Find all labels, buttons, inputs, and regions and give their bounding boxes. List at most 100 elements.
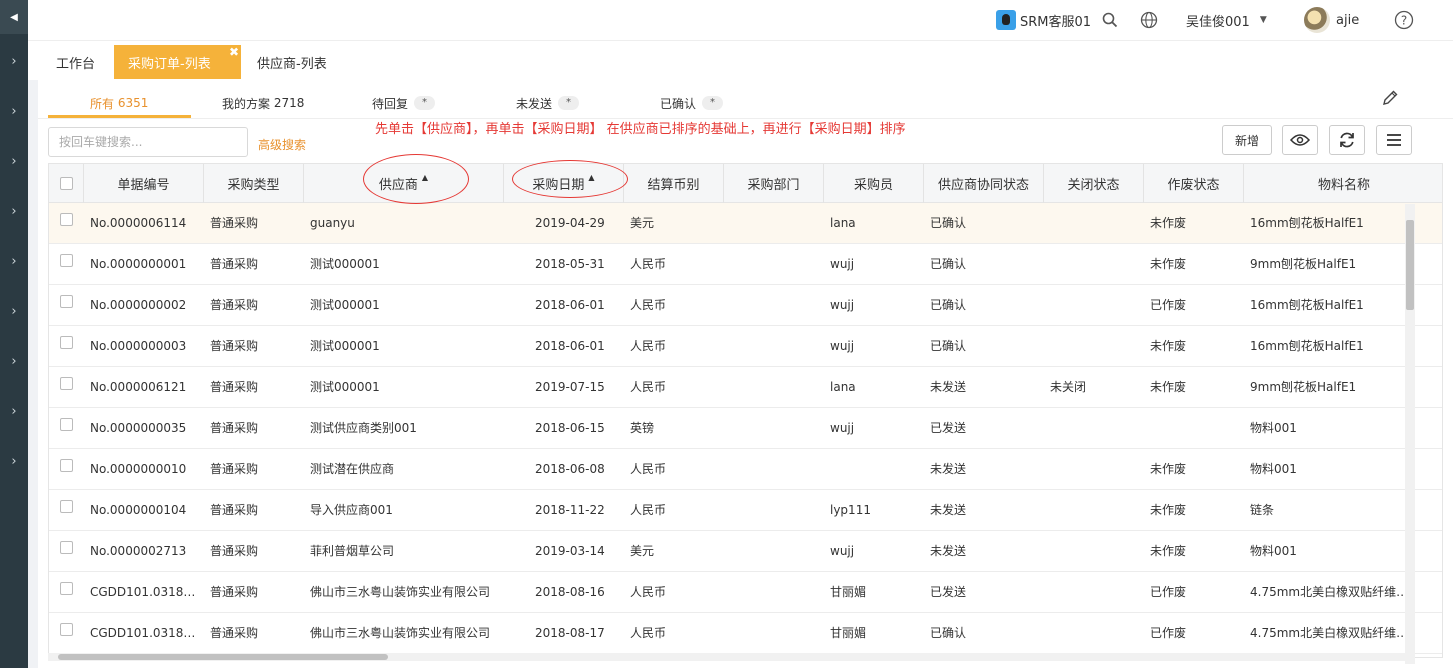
cell-department [730,449,820,490]
cell-void-status: 未作废 [1150,380,1187,394]
select-all-checkbox[interactable] [59,177,73,190]
refresh-button[interactable] [1329,125,1365,155]
user-menu[interactable]: 吴佳俊001 ▼ [1186,0,1267,40]
cell-currency: 人民币 [630,503,667,517]
row-checkbox[interactable] [60,254,73,267]
sidebar-expand-icon[interactable]: › [0,54,28,69]
cell-material-name: 9mm刨花板HalfE1 [1250,380,1357,394]
cell-close-status [1050,408,1140,449]
table-row[interactable]: No.0000006121 普通采购 测试000001 2019-07-15 人民币 la… [49,367,1442,408]
customer-service-link[interactable]: SRM客服01 [996,0,1091,40]
view-button[interactable] [1282,125,1318,155]
row-checkbox[interactable] [60,541,73,554]
page-tabs: 工作台 采购订单-列表 ✖ 供应商-列表 [28,40,1453,80]
tab-workbench[interactable]: 工作台 [56,45,95,79]
cell-buyer: lana [830,380,856,394]
edit-icon[interactable] [1380,88,1400,108]
row-checkbox[interactable] [60,418,73,431]
cell-buyer: 甘丽媚 [830,626,867,640]
cell-material-name: 4.75mm北美白橡双贴纤维板E [1250,585,1410,599]
table-row[interactable]: No.0000000003 普通采购 测试000001 2018-06-01 人民币 wu… [49,326,1442,367]
globe-icon[interactable] [1140,0,1158,40]
row-checkbox[interactable] [60,213,73,226]
cell-material-name: 4.75mm北美白橡双贴纤维板E [1250,626,1410,640]
table-row[interactable]: No.0000000010 普通采购 测试潜在供应商 2018-06-08 人民币 未发送… [49,449,1442,490]
cell-purchase-date: 2018-06-01 [535,339,605,353]
tab-supplier-list[interactable]: 供应商-列表 [257,45,327,79]
cell-void-status: 未作废 [1150,339,1187,353]
cell-supplier: 佛山市三水粤山装饰实业有限公司 [310,585,491,599]
row-checkbox[interactable] [60,459,73,472]
column-header-close-status[interactable]: 关闭状态 [1044,164,1144,203]
table-row[interactable]: No.0000000104 普通采购 导入供应商001 2018-11-22 人民币 ly… [49,490,1442,531]
tab-purchase-order-list[interactable]: 采购订单-列表 ✖ [114,45,241,79]
menu-button[interactable] [1376,125,1412,155]
table-row[interactable]: CGDD101.0318081... 普通采购 佛山市三水粤山装饰实业有限公司 201… [49,613,1442,654]
sidebar-expand-icon[interactable]: › [0,254,28,269]
cell-buyer: 甘丽媚 [830,585,867,599]
cell-close-status [1050,326,1140,367]
table-row[interactable]: No.0000006114 普通采购 guanyu 2019-04-29 美元 lana 已… [49,203,1442,244]
table-row[interactable]: No.0000000001 普通采购 测试000001 2018-05-31 人民币 wu… [49,244,1442,285]
search-icon[interactable] [1102,0,1118,40]
cell-order-no: CGDD101.0318081... [90,585,202,599]
row-checkbox[interactable] [60,295,73,308]
cell-order-no: No.0000000002 [90,298,187,312]
filter-confirmed[interactable]: 已确认 * [660,88,724,118]
cell-supplier-status: 已发送 [930,585,967,599]
cell-currency: 人民币 [630,257,667,271]
svg-text:?: ? [1401,14,1407,28]
filter-label: 所有 [90,96,115,111]
add-button[interactable]: 新增 [1222,125,1272,155]
filter-unsent[interactable]: 未发送 * [516,88,580,118]
account-name: ajie [1336,12,1360,28]
sidebar-expand-icon[interactable]: › [0,154,28,169]
table-row[interactable]: No.0000002713 普通采购 菲利普烟草公司 2019-03-14 美元 wujj… [49,531,1442,572]
avatar [1304,7,1330,33]
table-row[interactable]: No.0000000002 普通采购 测试000001 2018-06-01 人民币 wu… [49,285,1442,326]
sidebar-expand-icon[interactable]: › [0,404,28,419]
sidebar-expand-icon[interactable]: › [0,304,28,319]
cell-buyer: wujj [830,339,855,353]
cell-department [730,490,820,531]
filter-my-plans[interactable]: 我的方案 2718 [222,88,304,118]
row-checkbox[interactable] [60,582,73,595]
row-checkbox[interactable] [60,377,73,390]
table-row[interactable]: CGDD101.0318081... 普通采购 佛山市三水粤山装饰实业有限公司 201… [49,572,1442,613]
cell-void-status: 未作废 [1150,544,1187,558]
sidebar-expand-icon[interactable]: › [0,454,28,469]
column-header-buyer[interactable]: 采购员 [824,164,924,203]
column-header-order-no[interactable]: 单据编号 [84,164,204,203]
horizontal-scroll-thumb[interactable] [58,654,388,660]
row-checkbox[interactable] [60,336,73,349]
user-name: 吴佳俊001 [1186,14,1250,30]
column-header-currency[interactable]: 结算币别 [624,164,724,203]
cell-purchase-type: 普通采购 [210,421,259,435]
column-header-department[interactable]: 采购部门 [724,164,824,203]
column-header-material-name[interactable]: 物料名称 [1244,164,1442,203]
search-input[interactable] [48,127,248,157]
advanced-search-link[interactable]: 高级搜索 [258,136,306,153]
cell-supplier-status: 未发送 [930,503,967,517]
cell-purchase-type: 普通采购 [210,339,259,353]
sidebar-expand-icon[interactable]: › [0,354,28,369]
column-header-supplier-status[interactable]: 供应商协同状态 [924,164,1044,203]
filter-pending-reply[interactable]: 待回复 * [372,88,436,118]
row-checkbox[interactable] [60,500,73,513]
table-row[interactable]: No.0000000035 普通采购 测试供应商类别001 2018-06-15 英镑 w… [49,408,1442,449]
row-checkbox[interactable] [60,623,73,636]
column-header-purchase-type[interactable]: 采购类型 [204,164,304,203]
cell-order-no: No.0000000035 [90,421,187,435]
help-icon[interactable]: ? [1394,0,1414,40]
cell-supplier: guanyu [310,216,355,230]
cell-department [730,408,820,449]
sidebar-expand-icon[interactable]: › [0,204,28,219]
sidebar-expand-icon[interactable]: › [0,104,28,119]
vertical-scroll-thumb[interactable] [1406,220,1414,310]
account-menu[interactable]: ajie [1304,0,1359,40]
cell-order-no: CGDD101.0318081... [90,626,202,640]
column-header-void-status[interactable]: 作废状态 [1144,164,1244,203]
close-icon[interactable]: ✖ [229,45,239,59]
sidebar-collapse-button[interactable]: ◀ [0,0,28,34]
filter-all[interactable]: 所有 6351 [90,88,148,118]
